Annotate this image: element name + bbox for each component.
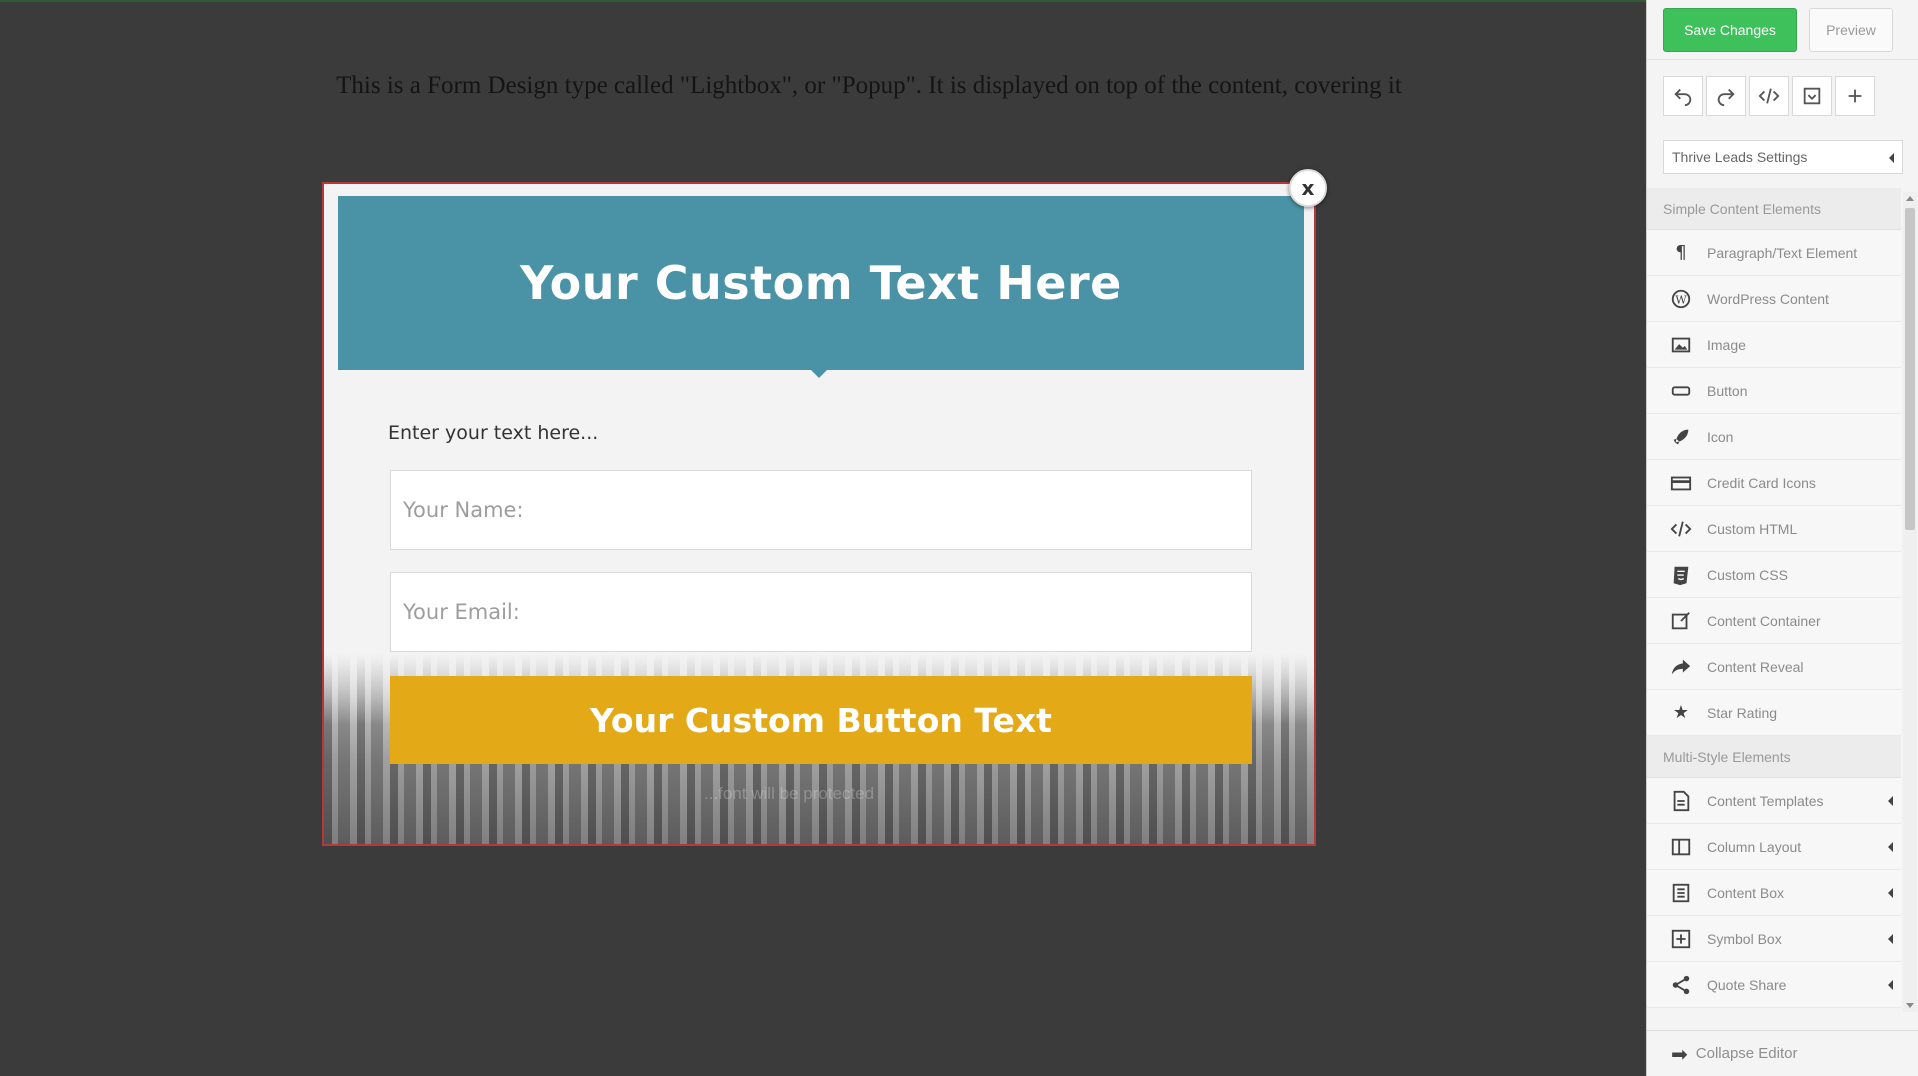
element-image[interactable]: Image xyxy=(1647,322,1901,368)
element-label: Content Reveal xyxy=(1707,659,1804,675)
element-content-box[interactable]: Content Box xyxy=(1647,870,1901,916)
element-label: WordPress Content xyxy=(1707,291,1829,307)
element-credit-card-icons[interactable]: Credit Card Icons xyxy=(1647,460,1901,506)
undo-button[interactable] xyxy=(1663,76,1703,116)
elements-list: Simple Content Elements ¶ Paragraph/Text… xyxy=(1647,188,1901,1008)
code-icon xyxy=(1669,517,1693,541)
element-content-templates[interactable]: Content Templates xyxy=(1647,778,1901,824)
html-button[interactable] xyxy=(1749,76,1789,116)
caret-left-icon xyxy=(1888,842,1893,852)
name-field[interactable] xyxy=(390,470,1252,550)
page-canvas: This is a Form Design type called "Light… xyxy=(0,0,1646,1076)
settings-dropdown[interactable]: Thrive Leads Settings xyxy=(1663,140,1903,174)
element-wordpress-content[interactable]: W WordPress Content xyxy=(1647,276,1901,322)
document-icon xyxy=(1669,789,1693,813)
element-label: Custom CSS xyxy=(1707,567,1788,583)
svg-text:W: W xyxy=(1675,293,1687,306)
css-icon xyxy=(1669,563,1693,587)
element-label: Image xyxy=(1707,337,1746,353)
scroll-thumb[interactable] xyxy=(1905,208,1915,530)
editor-sidebar: Save Changes Preview Thrive Leads Settin… xyxy=(1646,0,1918,1076)
element-label: Quote Share xyxy=(1707,977,1786,993)
editor-toolbar xyxy=(1663,76,1875,116)
spam-note: ...font will be protected xyxy=(704,784,874,804)
sidebar-scrollbar[interactable] xyxy=(1903,192,1917,1012)
columns-icon xyxy=(1669,835,1693,859)
lightbox-popup: Your Custom Text Here Enter your text he… xyxy=(322,182,1316,846)
save-changes-button[interactable]: Save Changes xyxy=(1663,8,1797,52)
symbol-box-icon xyxy=(1669,927,1693,951)
star-icon: ★ xyxy=(1669,701,1693,725)
element-content-reveal[interactable]: Content Reveal xyxy=(1647,644,1901,690)
element-quote-share[interactable]: Quote Share xyxy=(1647,962,1901,1008)
element-label: Symbol Box xyxy=(1707,931,1782,947)
element-button[interactable]: Button xyxy=(1647,368,1901,414)
image-icon xyxy=(1669,333,1693,357)
element-label: Button xyxy=(1707,383,1747,399)
email-field[interactable] xyxy=(390,572,1252,652)
element-label: Credit Card Icons xyxy=(1707,475,1816,491)
arrow-right-icon: ➡ xyxy=(1671,1042,1688,1066)
plus-icon xyxy=(1844,85,1866,107)
element-paragraph[interactable]: ¶ Paragraph/Text Element xyxy=(1647,230,1901,276)
close-icon: x xyxy=(1302,176,1315,200)
element-content-container[interactable]: Content Container xyxy=(1647,598,1901,644)
multi-style-heading: Multi-Style Elements xyxy=(1647,736,1901,778)
add-button[interactable] xyxy=(1835,76,1875,116)
collapse-editor-label: Collapse Editor xyxy=(1696,1045,1798,1062)
intro-text: This is a Form Design type called "Light… xyxy=(0,72,1738,100)
redo-button[interactable] xyxy=(1706,76,1746,116)
share-arrow-icon xyxy=(1669,655,1693,679)
header-pointer xyxy=(809,368,829,378)
redo-icon xyxy=(1715,85,1737,107)
element-label: Column Layout xyxy=(1707,839,1801,855)
caret-left-icon xyxy=(1888,888,1893,898)
element-custom-css[interactable]: Custom CSS xyxy=(1647,552,1901,598)
element-label: Paragraph/Text Element xyxy=(1707,245,1857,261)
element-star-rating[interactable]: ★ Star Rating xyxy=(1647,690,1901,736)
rocket-icon xyxy=(1669,425,1693,449)
paragraph-icon: ¶ xyxy=(1669,241,1693,265)
sidebar-top-bar: Save Changes Preview xyxy=(1647,0,1918,60)
credit-card-icon xyxy=(1669,471,1693,495)
scroll-up-icon[interactable] xyxy=(1906,196,1914,201)
button-icon xyxy=(1669,379,1693,403)
save-template-icon xyxy=(1801,85,1823,107)
close-button[interactable]: x xyxy=(1289,169,1327,207)
caret-left-icon xyxy=(1888,934,1893,944)
element-symbol-box[interactable]: Symbol Box xyxy=(1647,916,1901,962)
element-label: Content Container xyxy=(1707,613,1821,629)
wordpress-icon: W xyxy=(1669,287,1693,311)
save-template-button[interactable] xyxy=(1792,76,1832,116)
settings-dropdown-label: Thrive Leads Settings xyxy=(1672,149,1807,165)
caret-left-icon xyxy=(1888,796,1893,806)
element-icon[interactable]: Icon xyxy=(1647,414,1901,460)
submit-button[interactable]: Your Custom Button Text xyxy=(390,676,1252,764)
preview-button[interactable]: Preview xyxy=(1809,8,1893,52)
element-label: Custom HTML xyxy=(1707,521,1797,537)
popup-body-text: Enter your text here... xyxy=(388,422,598,444)
popup-title: Your Custom Text Here xyxy=(520,256,1122,310)
collapse-editor-button[interactable]: ➡ Collapse Editor xyxy=(1647,1030,1918,1076)
scroll-down-icon[interactable] xyxy=(1906,1003,1914,1008)
caret-left-icon xyxy=(1888,980,1893,990)
element-custom-html[interactable]: Custom HTML xyxy=(1647,506,1901,552)
element-label: Icon xyxy=(1707,429,1733,445)
simple-elements-heading: Simple Content Elements xyxy=(1647,188,1901,230)
element-label: Content Box xyxy=(1707,885,1784,901)
edit-icon xyxy=(1669,609,1693,633)
element-label: Content Templates xyxy=(1707,793,1823,809)
caret-left-icon xyxy=(1889,153,1894,163)
content-box-icon xyxy=(1669,881,1693,905)
element-column-layout[interactable]: Column Layout xyxy=(1647,824,1901,870)
code-icon xyxy=(1758,85,1780,107)
popup-header: Your Custom Text Here xyxy=(338,196,1304,370)
share-icon xyxy=(1669,973,1693,997)
element-label: Star Rating xyxy=(1707,705,1777,721)
undo-icon xyxy=(1672,85,1694,107)
